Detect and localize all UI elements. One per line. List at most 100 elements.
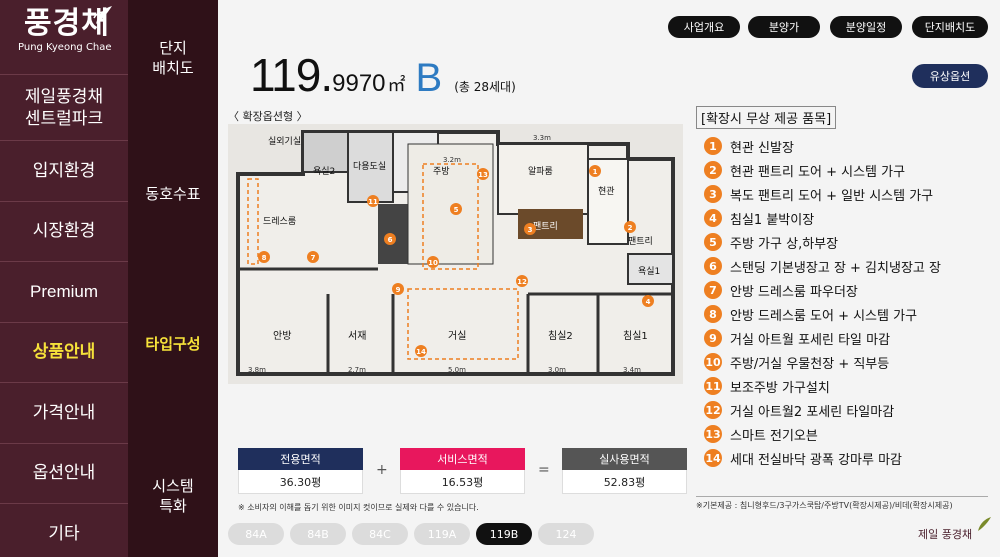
badge-number: 1	[704, 137, 722, 155]
service-area-value: 16.53평	[400, 470, 525, 494]
basic-items-note: ※기본제공 : 침니형후드/3구가스쿡탑/주방TV(확장시제공)/비데(확장시제…	[696, 501, 953, 510]
type-tab-84a[interactable]: 84A	[228, 523, 284, 545]
service-area-box: 서비스면적 16.53평	[400, 448, 525, 494]
page-title: 119. 9970 ㎡ B (총 28세대)	[250, 48, 516, 101]
svg-text:2.7m: 2.7m	[348, 366, 366, 374]
list-item: 1 현관 신발장	[704, 134, 941, 158]
top-button-price[interactable]: 분양가	[748, 16, 820, 38]
brand-logo[interactable]: 풍경채 Pung Kyeong Chae	[0, 0, 128, 74]
badge-number: 3	[704, 185, 722, 203]
svg-text:실외기실: 실외기실	[268, 135, 301, 147]
svg-text:현관: 현관	[598, 186, 615, 197]
list-item: 7 안방 드레스룸 파우더장	[704, 278, 941, 302]
main-content: 사업개요 분양가 분양일정 단지배치도 유상옵션 119. 9970 ㎡ B (…	[218, 0, 1000, 557]
svg-text:3.0m: 3.0m	[548, 366, 566, 374]
area-unit: ㎡	[387, 75, 406, 95]
nav-item-price[interactable]: 가격안내	[0, 382, 128, 443]
type-letter: B	[415, 56, 443, 100]
free-items-list: 1 현관 신발장 2 현관 팬트리 도어 + 시스템 가구 3 복도 팬트리 도어 +…	[704, 134, 941, 470]
equals-sign: =	[538, 462, 550, 478]
list-item: 10 주방/거실 우물천장 + 직부등	[704, 350, 941, 374]
list-item-text: 현관 신발장	[730, 140, 794, 156]
badge-number: 13	[704, 425, 722, 443]
top-button-overview[interactable]: 사업개요	[668, 16, 740, 38]
top-button-schedule[interactable]: 분양일정	[830, 16, 902, 38]
list-item-text: 스마트 전기오븐	[730, 428, 818, 444]
nav-item-central-park[interactable]: 제일풍경채 센트럴파크	[0, 74, 128, 140]
svg-text:서재: 서재	[348, 330, 366, 342]
free-items-title: [확장시 무상 제공 품목]	[696, 106, 837, 129]
brand-footer: 제일 풍경채	[918, 528, 973, 541]
list-item-text: 안방 드레스룸 도어 + 시스템 가구	[730, 308, 918, 324]
actual-area-value: 52.83평	[562, 470, 687, 494]
list-item-text: 주방/거실 우물천장 + 직부등	[730, 356, 890, 372]
svg-text:3.8m: 3.8m	[248, 366, 266, 374]
subnav-item-unit-table[interactable]: 동호수표	[128, 184, 218, 204]
svg-text:3.4m: 3.4m	[623, 366, 641, 374]
svg-text:알파룸: 알파룸	[528, 166, 553, 177]
list-item: 3 복도 팬트리 도어 + 일반 시스템 가구	[704, 182, 941, 206]
svg-text:주방: 주방	[433, 166, 450, 177]
top-button-site-plan[interactable]: 단지배치도	[912, 16, 988, 38]
nav-item-market[interactable]: 시장환경	[0, 200, 128, 262]
list-item-text: 복도 팬트리 도어 + 일반 시스템 가구	[730, 188, 934, 204]
svg-text:1: 1	[593, 168, 598, 176]
nav-item-etc[interactable]: 기타	[0, 503, 128, 557]
svg-text:5: 5	[454, 206, 459, 214]
badge-number: 12	[704, 401, 722, 419]
paid-option-button[interactable]: 유상옵션	[912, 64, 988, 88]
list-item-text: 보조주방 가구설치	[730, 380, 830, 396]
sub-nav: 단지 배치도 동호수표 타입구성 시스템 특화	[128, 0, 218, 557]
svg-text:6: 6	[388, 236, 393, 244]
svg-text:3.3m: 3.3m	[533, 134, 551, 142]
list-item-text: 침실1 붙박이장	[730, 212, 815, 228]
type-tab-124[interactable]: 124	[538, 523, 594, 545]
badge-number: 9	[704, 329, 722, 347]
list-item: 4 침실1 붙박이장	[704, 206, 941, 230]
nav-item-options[interactable]: 옵션안내	[0, 442, 128, 504]
nav-item-location[interactable]: 입지환경	[0, 140, 128, 201]
plan-label: 〈 확장옵션형 〉	[228, 110, 308, 123]
list-item: 6 스탠딩 기본냉장고 장 + 김치냉장고 장	[704, 254, 941, 278]
type-tab-84b[interactable]: 84B	[290, 523, 346, 545]
plus-sign: +	[376, 462, 388, 478]
divider	[696, 496, 988, 497]
badge-number: 2	[704, 161, 722, 179]
image-disclaimer: ※ 소비자의 이해를 돕기 위한 이미지 컷이므로 실제와 다를 수 있습니다.	[238, 503, 479, 512]
subnav-item-type[interactable]: 타입구성	[128, 334, 218, 354]
exclusive-area-box: 전용면적 36.30평	[238, 448, 363, 494]
svg-text:10: 10	[428, 259, 438, 267]
list-item: 5 주방 가구 상,하부장	[704, 230, 941, 254]
list-item: 2 현관 팬트리 도어 + 시스템 가구	[704, 158, 941, 182]
svg-text:침실1: 침실1	[623, 330, 648, 342]
list-item: 13 스마트 전기오븐	[704, 422, 941, 446]
badge-number: 5	[704, 233, 722, 251]
svg-text:욕실2: 욕실2	[313, 166, 335, 177]
svg-text:8: 8	[262, 254, 267, 262]
svg-text:2: 2	[628, 224, 633, 232]
type-tabs: 84A 84B 84C 119A 119B 124	[228, 523, 594, 545]
svg-text:3: 3	[528, 226, 533, 234]
badge-number: 10	[704, 353, 722, 371]
list-item-text: 세대 전실바닥 광폭 강마루 마감	[730, 452, 903, 468]
subnav-item-site-plan[interactable]: 단지 배치도	[128, 38, 218, 78]
nav-item-premium[interactable]: Premium	[0, 261, 128, 322]
type-tab-119a[interactable]: 119A	[414, 523, 470, 545]
type-tab-84c[interactable]: 84C	[352, 523, 408, 545]
nav-item-products[interactable]: 상품안내	[0, 321, 128, 383]
exclusive-area-label: 전용면적	[238, 448, 363, 470]
svg-text:3.2m: 3.2m	[443, 156, 461, 164]
svg-text:14: 14	[416, 348, 426, 356]
leaf-icon	[93, 6, 112, 24]
list-item: 14 세대 전실바닥 광폭 강마루 마감	[704, 446, 941, 470]
floor-plan: 실외기실 욕실2 다용도실 주방 알파룸 현관 드레스룸 팬트리 팬트리 욕실1…	[228, 124, 683, 384]
service-area-label: 서비스면적	[400, 448, 525, 470]
svg-text:7: 7	[311, 254, 316, 262]
badge-number: 8	[704, 305, 722, 323]
subnav-item-system[interactable]: 시스템 특화	[128, 476, 218, 516]
type-tab-119b[interactable]: 119B	[476, 523, 532, 545]
list-item-text: 거실 아트월2 포세린 타일마감	[730, 404, 895, 420]
svg-text:5.0m: 5.0m	[448, 366, 466, 374]
svg-text:11: 11	[368, 198, 378, 206]
badge-number: 7	[704, 281, 722, 299]
